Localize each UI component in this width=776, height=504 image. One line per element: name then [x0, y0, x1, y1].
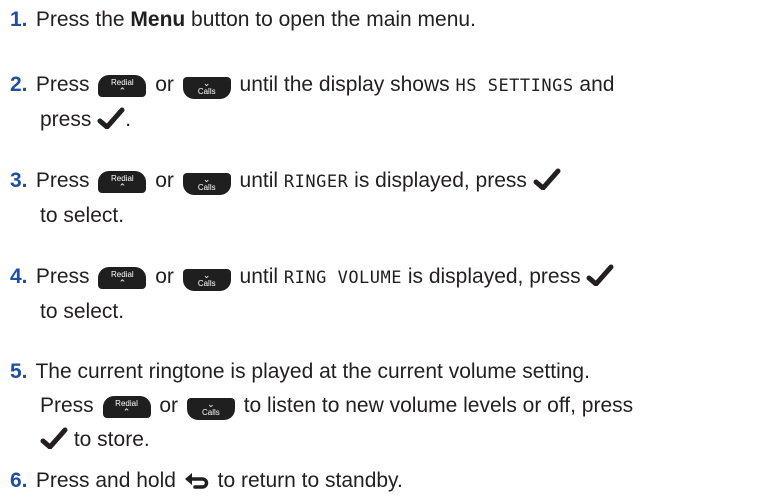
- step-text: is displayed, press: [348, 169, 533, 192]
- checkmark-icon: [40, 427, 68, 449]
- step-text: or: [149, 169, 180, 192]
- step-6: 6. Press and hold to return to standby.: [10, 464, 770, 498]
- redial-up-key-icon: Redial ⌃: [98, 75, 147, 97]
- step-1: 1. Press the Menu button to open the mai…: [10, 3, 770, 37]
- calls-down-key-icon: ⌄ Calls: [186, 398, 235, 420]
- step-continuation: to select.: [40, 300, 125, 323]
- checkmark-icon: [97, 107, 125, 129]
- redial-up-key-icon: Redial ⌃: [102, 396, 151, 418]
- step-4: 4. Press Redial ⌃ or ⌄ Calls until RING VO…: [10, 260, 770, 329]
- redial-up-key-icon: Redial ⌃: [98, 171, 147, 193]
- checkmark-icon: [533, 168, 561, 190]
- step-text: or: [149, 265, 180, 288]
- step-number: 6.: [10, 469, 28, 492]
- step-text: Press: [35, 73, 96, 96]
- calls-down-key-icon: ⌄ Calls: [182, 173, 231, 195]
- step-3: 3. Press Redial ⌃ or ⌄ Calls until RINGER …: [10, 164, 770, 233]
- step-number: 4.: [10, 265, 28, 288]
- step-text: to return to standby.: [211, 469, 403, 492]
- step-text: until: [233, 265, 284, 288]
- lcd-text: RING VOLUME: [283, 268, 402, 288]
- step-continuation: press .: [40, 107, 132, 131]
- step-text: Press: [35, 169, 96, 192]
- lcd-text: RINGER: [283, 172, 349, 192]
- step-2: 2. Press Redial ⌃ or ⌄ Calls until the dis…: [10, 68, 770, 137]
- step-text: until: [233, 169, 284, 192]
- calls-down-key-icon: ⌄ Calls: [182, 269, 231, 291]
- step-text: Press: [35, 265, 96, 288]
- step-continuation: to select.: [40, 204, 125, 227]
- lcd-text: HS SETTINGS: [455, 76, 574, 96]
- step-text: button to open the main menu.: [185, 8, 476, 31]
- step-text: Press the: [35, 8, 131, 31]
- step-text: and: [573, 73, 615, 96]
- instruction-page: 1. Press the Menu button to open the mai…: [0, 0, 776, 504]
- step-text: Press and hold: [35, 469, 182, 492]
- step-number: 5.: [10, 360, 28, 383]
- checkmark-icon: [586, 264, 614, 286]
- step-text: until the display shows: [233, 73, 456, 96]
- back-arrow-icon: [184, 473, 209, 489]
- step-number: 1.: [10, 8, 28, 31]
- step-text: The current ringtone is played at the cu…: [35, 360, 590, 383]
- step-text: is displayed, press: [402, 265, 587, 288]
- calls-down-key-icon: ⌄ Calls: [182, 77, 231, 99]
- step-continuation: Press Redial ⌃ or ⌄ Calls to listen to new…: [10, 389, 770, 423]
- step-text: or: [149, 73, 180, 96]
- step-continuation: to store.: [10, 423, 770, 457]
- step-number: 2.: [10, 73, 28, 96]
- redial-up-key-icon: Redial ⌃: [98, 267, 147, 289]
- step-5: 5. The current ringtone is played at the…: [10, 355, 770, 457]
- step-number: 3.: [10, 169, 28, 192]
- menu-key-label: Menu: [130, 8, 186, 31]
